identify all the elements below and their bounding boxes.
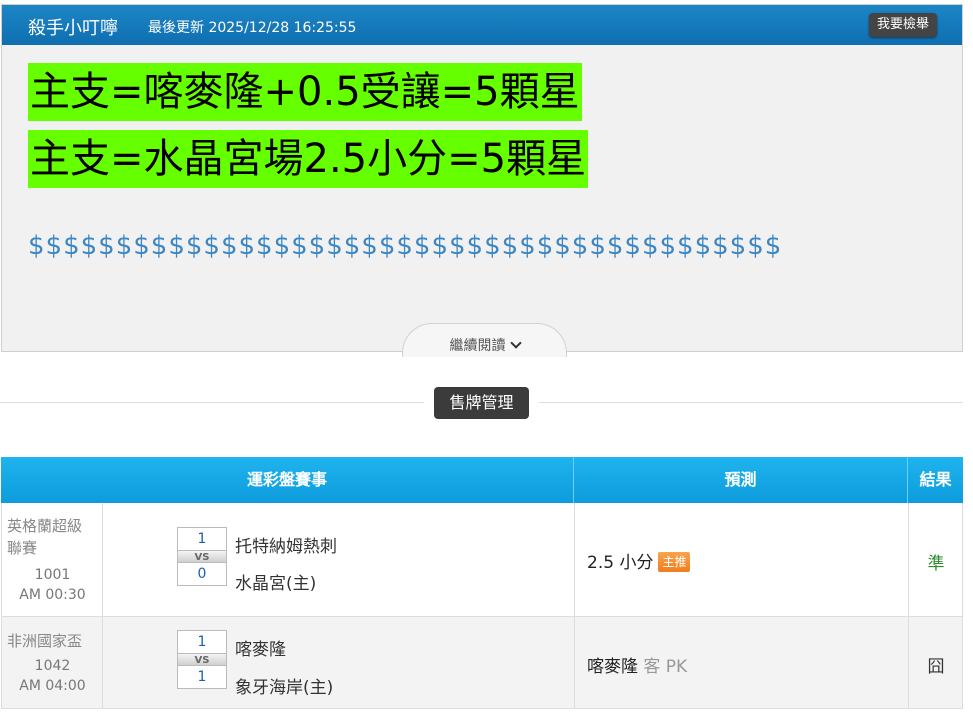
dollar-line: $$$$$$$$$$$$$$$$$$$$$$$$$$$$$$$$$$$$$$$$…: [28, 231, 783, 261]
report-button[interactable]: 我要檢舉: [868, 13, 937, 37]
table-row: 非洲國家盃 1042 AM 04:00 1 VS 1 喀麥隆 象牙海岸(主) 喀…: [1, 617, 963, 709]
score-away: 1: [197, 531, 207, 547]
result-cell: 囧: [909, 617, 963, 708]
match-cell: 1 VS 1 喀麥隆 象牙海岸(主): [103, 617, 575, 708]
author-name[interactable]: 殺手小叮嚀: [28, 14, 118, 40]
game-number: 1042: [34, 658, 71, 674]
team-home: 象牙海岸(主): [235, 678, 334, 698]
last-updated: 最後更新 2025/12/28 16:25:55: [148, 20, 357, 36]
read-more-button[interactable]: 繼續閱讀: [402, 323, 567, 357]
result-win: 準: [927, 554, 945, 574]
headline-pick-2: 主支=水晶宮場2.5小分=5顆星: [28, 130, 589, 188]
score-away: 1: [197, 634, 207, 650]
league-name-line: 聯賽: [7, 539, 38, 557]
league-cell: 非洲國家盃 1042 AM 04:00: [2, 617, 103, 708]
league-name: 非洲國家盃: [7, 632, 83, 650]
header-match: 運彩盤賽事: [1, 457, 574, 503]
vs-label: VS: [178, 550, 226, 563]
league-cell: 英格蘭超級 聯賽 1001 AM 00:30: [2, 503, 103, 616]
score-box: 1 VS 0: [177, 527, 227, 586]
header-result: 結果: [919, 470, 952, 489]
match-cell: 1 VS 0 托特納姆熱刺 水晶宮(主): [103, 503, 575, 616]
chevron-down-icon: [509, 337, 522, 349]
table-header: 運彩盤賽事 預測 結果: [1, 457, 963, 503]
game-number: 1001: [34, 567, 71, 583]
team-away: 托特納姆熱刺: [235, 537, 337, 557]
article-header-bar: 殺手小叮嚀 最後更新 2025/12/28 16:25:55 我要檢舉: [2, 5, 962, 45]
main-pick-badge: 主推: [658, 552, 691, 572]
headline-pick-1: 主支=喀麥隆+0.5受讓=5顆星: [28, 63, 582, 121]
team-away: 喀麥隆: [235, 640, 286, 660]
prediction-text: 2.5 小分: [587, 553, 654, 573]
prediction-text: 喀麥隆: [587, 657, 638, 677]
article-panel: 殺手小叮嚀 最後更新 2025/12/28 16:25:55 我要檢舉 主支=喀…: [1, 4, 963, 357]
header-prediction: 預測: [574, 457, 908, 503]
sell-management-button[interactable]: 售牌管理: [434, 387, 529, 419]
read-more-label: 繼續閱讀: [449, 338, 506, 354]
prediction-suffix: 客 PK: [643, 657, 688, 677]
vs-label: VS: [178, 653, 226, 666]
result-lose: 囧: [927, 657, 945, 677]
table-row: 英格蘭超級 聯賽 1001 AM 00:30 1 VS 0 托特納姆熱刺 水晶宮…: [1, 503, 963, 617]
score-box: 1 VS 1: [177, 630, 227, 689]
prediction-cell: 2.5 小分 主推: [575, 503, 909, 616]
result-cell: 準: [909, 503, 963, 616]
game-time: AM 00:30: [19, 587, 86, 603]
score-home: 0: [197, 566, 207, 582]
game-time: AM 04:00: [19, 678, 86, 694]
league-name-line: 英格蘭超級: [7, 517, 83, 535]
league-name: 英格蘭超級 聯賽: [7, 515, 99, 559]
team-home: 水晶宮(主): [235, 574, 317, 594]
score-home: 1: [197, 669, 207, 685]
prediction-cell: 喀麥隆 客 PK: [575, 617, 909, 708]
